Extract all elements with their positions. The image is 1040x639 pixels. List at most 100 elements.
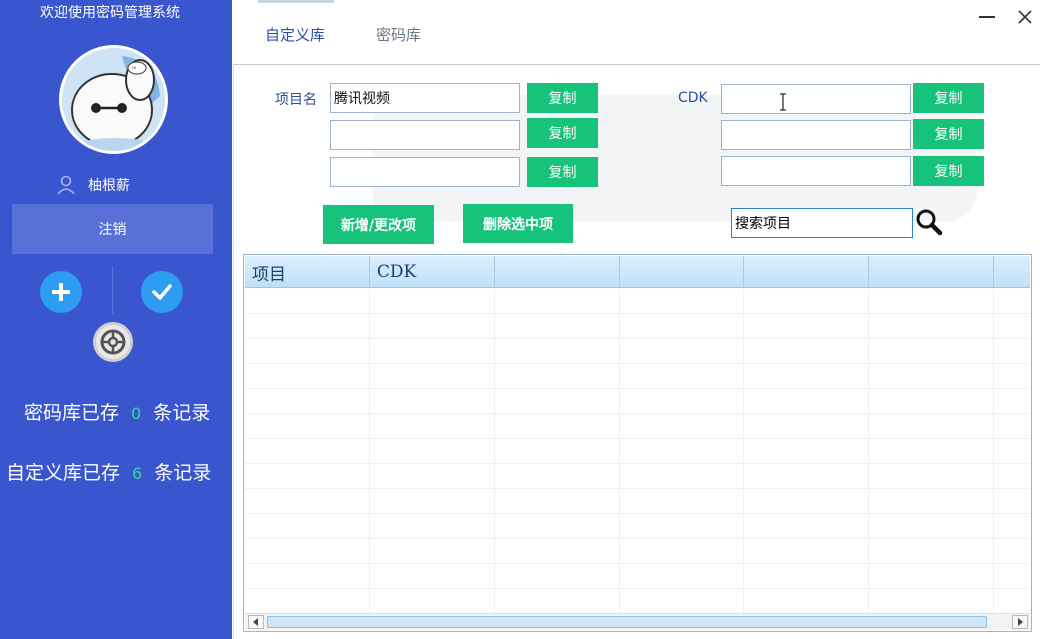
table-cell [620,389,745,414]
active-tab-indicator [258,0,334,3]
table-cell [994,439,1030,464]
cdk-input-3[interactable] [721,156,911,186]
table-cell [620,539,745,564]
cdk-input-1[interactable] [721,84,911,114]
table-cell [620,289,745,314]
table-row [245,439,1030,464]
table-cell [370,314,495,339]
table-cell [370,289,495,314]
custom-library-stat: 自定义库已存 6 条记录 [6,458,211,485]
add-button[interactable] [40,271,82,313]
scroll-left-button[interactable] [248,615,264,629]
stat-count: 0 [131,404,142,423]
table-cell [245,589,370,614]
table-cell [495,339,620,364]
table-cell [245,289,370,314]
copy-cdk-button-3[interactable]: 复制 [913,156,984,186]
table-row [245,314,1030,339]
copy-project-button-1[interactable]: 复制 [527,83,598,113]
table-cell [869,414,995,439]
copy-project-button-2[interactable]: 复制 [527,118,598,148]
delete-selected-button[interactable]: 删除选中项 [463,204,573,243]
column-header[interactable] [495,256,620,288]
table-cell [245,464,370,489]
table-cell [869,564,995,589]
column-header-cdk[interactable]: CDK [370,256,495,288]
arrow-left-icon [253,618,258,626]
tab-password-library[interactable]: 密码库 [376,24,421,45]
table-cell [370,489,495,514]
table-cell [620,564,745,589]
table-body [245,289,1030,614]
table-cell [245,514,370,539]
table-cell [370,364,495,389]
table-cell [370,339,495,364]
records-table[interactable]: 项目 CDK [243,254,1032,632]
column-header[interactable] [994,256,1030,288]
table-cell [744,589,870,614]
table-cell [994,289,1030,314]
table-cell [620,489,745,514]
table-cell [495,314,620,339]
table-cell [495,364,620,389]
welcome-title: 欢迎使用密码管理系统 [40,5,180,21]
table-row [245,289,1030,314]
copy-cdk-button-1[interactable]: 复制 [913,83,984,113]
table-cell [245,439,370,464]
table-cell [495,489,620,514]
avatar: ᴴᴵ [59,45,168,154]
table-cell [620,339,745,364]
column-header[interactable] [744,256,870,288]
table-row [245,389,1030,414]
table-cell [245,339,370,364]
table-cell [620,589,745,614]
column-header[interactable] [620,256,745,288]
copy-project-button-3[interactable]: 复制 [527,157,598,187]
button-divider [112,266,113,314]
table-cell [370,589,495,614]
scroll-right-button[interactable] [1012,615,1028,629]
cdk-input-2[interactable] [721,120,911,150]
settings-button[interactable] [93,322,133,362]
minimize-button[interactable] [977,6,997,28]
table-cell [994,389,1030,414]
table-cell [744,414,870,439]
cdk-label: CDK [678,90,708,106]
table-cell [370,539,495,564]
table-cell [994,564,1030,589]
table-cell [370,514,495,539]
stat-suffix: 条记录 [154,462,212,484]
table-cell [994,464,1030,489]
search-input[interactable] [731,208,913,238]
project-name-input-3[interactable] [330,157,520,187]
plus-icon [52,283,70,301]
table-cell [620,464,745,489]
table-cell [869,539,995,564]
add-update-button[interactable]: 新增/更改项 [323,205,434,244]
project-name-input-1[interactable] [330,83,520,113]
table-cell [245,389,370,414]
table-cell [869,339,995,364]
confirm-button[interactable] [141,271,183,313]
table-cell [370,564,495,589]
table-cell [620,514,745,539]
search-button[interactable] [915,208,943,236]
horizontal-scrollbar[interactable] [245,613,1030,630]
scrollbar-thumb[interactable] [267,616,987,628]
table-cell [744,564,870,589]
table-cell [245,364,370,389]
project-name-input-2[interactable] [330,120,520,150]
tab-custom-library[interactable]: 自定义库 [265,24,325,45]
table-cell [994,414,1030,439]
text-cursor-icon [780,93,786,111]
table-row [245,539,1030,564]
column-header-project[interactable]: 项目 [245,256,370,288]
table-cell [744,389,870,414]
close-button[interactable] [1015,6,1035,28]
user-icon [57,175,75,195]
column-header[interactable] [869,256,995,288]
project-name-label: 项目名 [275,92,317,108]
logout-button[interactable]: 注销 [12,204,213,254]
table-row [245,589,1030,614]
copy-cdk-button-2[interactable]: 复制 [913,119,984,149]
